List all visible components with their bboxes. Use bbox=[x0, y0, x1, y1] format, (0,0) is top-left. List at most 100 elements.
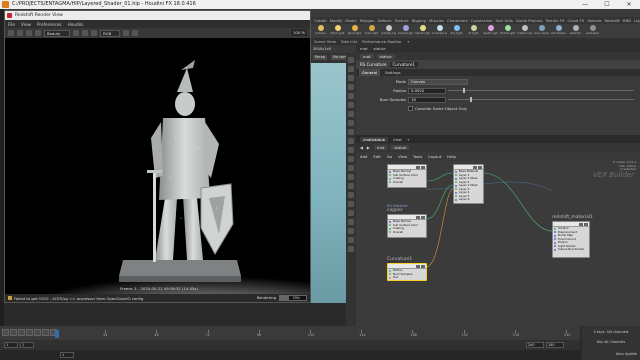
start-frame-field-2[interactable]: 1 bbox=[20, 342, 34, 348]
shelf-tool[interactable]: Environment Light bbox=[432, 25, 447, 37]
slider-knob[interactable] bbox=[470, 97, 473, 102]
shelf-tool[interactable]: Gamepad bbox=[585, 25, 600, 37]
node-input[interactable]: Out bbox=[388, 276, 426, 280]
network-tab[interactable]: /mat bbox=[393, 137, 402, 142]
viewport-tool-icon[interactable] bbox=[348, 129, 354, 135]
node-flag-icon[interactable] bbox=[416, 165, 420, 169]
shelf-tab[interactable]: Terrain FX bbox=[546, 18, 565, 23]
param-value-field[interactable]: 0.0922 bbox=[408, 87, 446, 94]
shelf-tab[interactable]: Polygon bbox=[360, 18, 375, 23]
node-flag-icon[interactable] bbox=[416, 215, 420, 219]
jump-start-icon[interactable] bbox=[2, 329, 9, 336]
viewport-tool-icon[interactable] bbox=[348, 75, 354, 81]
viewport-tool-icon[interactable] bbox=[348, 246, 354, 252]
param-path-segment[interactable]: mat bbox=[360, 53, 374, 59]
back-icon[interactable]: ◀ bbox=[360, 145, 363, 150]
shelf-tool[interactable]: Ambient Light bbox=[517, 25, 532, 37]
node-flag-icon[interactable] bbox=[416, 264, 420, 268]
param-tab[interactable]: statue bbox=[374, 46, 386, 51]
viewport-tool-icon[interactable] bbox=[348, 93, 354, 99]
channel-dropdown[interactable]: RGB bbox=[100, 29, 120, 37]
shelf-tab[interactable]: Lights a bbox=[634, 18, 640, 23]
node-flag-icon[interactable] bbox=[421, 165, 425, 169]
shelf-tool[interactable]: Point Light bbox=[330, 25, 345, 37]
network-tab[interactable]: + bbox=[407, 137, 410, 142]
shelf-tool[interactable]: Volume Light bbox=[398, 25, 413, 37]
shelf-tab[interactable]: Constraints bbox=[471, 18, 493, 23]
play-back-icon[interactable] bbox=[18, 329, 25, 336]
render-icon[interactable] bbox=[8, 30, 14, 36]
shelf-tab[interactable]: RBD bbox=[623, 18, 631, 23]
step-forward-icon[interactable] bbox=[42, 329, 49, 336]
node-input[interactable]: Overall bbox=[388, 181, 426, 185]
render-menu-item[interactable]: Preferences bbox=[37, 22, 62, 27]
exposure-icon[interactable] bbox=[123, 30, 129, 36]
node-name-field[interactable]: Curvature1 bbox=[389, 62, 418, 67]
shelf-tool[interactable]: Stereo Camera bbox=[534, 25, 549, 37]
ipr-icon[interactable] bbox=[35, 30, 41, 36]
shelf-tool[interactable]: Geometry Light bbox=[381, 25, 396, 37]
viewport-tool-icon[interactable] bbox=[348, 120, 354, 126]
network-menu-item[interactable]: Add bbox=[360, 154, 367, 159]
node-redshift-material[interactable]: Surface Displacement Bump Map Environment Ph… bbox=[552, 221, 590, 258]
shelf-tool[interactable]: Spot Light bbox=[347, 25, 362, 37]
stop-icon[interactable] bbox=[26, 329, 33, 336]
viewport-tool-icon[interactable] bbox=[348, 165, 354, 171]
timeline-cursor[interactable] bbox=[55, 330, 59, 338]
timeline-ruler[interactable]: 124487296120144168192216240 bbox=[54, 330, 576, 338]
param-path-segment[interactable]: statue bbox=[376, 53, 395, 59]
shelf-tool[interactable]: Area Light bbox=[364, 25, 379, 37]
snapshot-icon[interactable] bbox=[26, 30, 32, 36]
stop-icon[interactable] bbox=[17, 30, 23, 36]
viewport-tool-icon[interactable] bbox=[348, 210, 354, 216]
consider-same-object-checkbox[interactable] bbox=[408, 106, 413, 111]
render-menu-item[interactable]: File bbox=[8, 22, 15, 27]
viewport-tool-icon[interactable] bbox=[348, 66, 354, 72]
viewport-tool-icon[interactable] bbox=[348, 201, 354, 207]
shelf-tab[interactable]: Texture bbox=[395, 18, 409, 23]
param-tab[interactable]: mat bbox=[360, 46, 368, 51]
shelf-tool[interactable]: Portal Light bbox=[500, 25, 515, 37]
network-menu-item[interactable]: Edit bbox=[373, 154, 380, 159]
node-flag-icon[interactable] bbox=[421, 215, 425, 219]
node-input[interactable]: Subsurface Shader bbox=[553, 248, 589, 252]
network-menu-item[interactable]: Go bbox=[387, 154, 392, 159]
end-frame-field[interactable]: 240 bbox=[526, 342, 544, 348]
node-flag-icon[interactable] bbox=[579, 222, 583, 226]
persp-button[interactable]: Persp bbox=[313, 55, 327, 60]
maximize-icon[interactable]: ☐ bbox=[596, 0, 618, 9]
node-flag-icon[interactable] bbox=[478, 165, 482, 169]
shelf-tool[interactable]: Sky Light bbox=[449, 25, 464, 37]
shelf-tool[interactable]: Switcher bbox=[568, 25, 583, 37]
end-frame-field-2[interactable]: 240 bbox=[546, 342, 564, 348]
viewport-tool-icon[interactable] bbox=[348, 111, 354, 117]
shelf-tab[interactable]: Hair Utils bbox=[496, 18, 513, 23]
shelf-tool[interactable]: Distant Light bbox=[415, 25, 430, 37]
pane-tab[interactable]: Take List bbox=[341, 39, 357, 44]
shelf-tool[interactable]: VR Camera bbox=[551, 25, 566, 37]
render-canvas[interactable]: Frame: 1 - 2020-05-21 09:36:31 (14.05s) bbox=[5, 38, 310, 294]
render-menu-item[interactable]: View bbox=[21, 22, 31, 27]
shelf-tab[interactable]: Modify bbox=[330, 18, 343, 23]
forward-icon[interactable]: ▶ bbox=[367, 145, 370, 150]
shelf-tab[interactable]: Muscles bbox=[429, 18, 444, 23]
auto-update-button[interactable]: Auto Update bbox=[582, 352, 640, 356]
node-curvature[interactable]: Radius Num Samples Out bbox=[387, 263, 427, 281]
network-menu-item[interactable]: View bbox=[398, 154, 407, 159]
minimize-icon[interactable]: — bbox=[574, 0, 596, 9]
shelf-tab[interactable]: Guide Process bbox=[516, 18, 543, 23]
pane-tab[interactable]: + bbox=[407, 39, 410, 44]
shelf-tool[interactable]: Caustic Light bbox=[483, 25, 498, 37]
network-menu-item[interactable]: Layout bbox=[428, 154, 441, 159]
color-icon[interactable] bbox=[82, 30, 88, 36]
viewport-tool-icon[interactable] bbox=[348, 138, 354, 144]
node-flag-icon[interactable] bbox=[473, 165, 477, 169]
viewport-tool-icon[interactable] bbox=[348, 57, 354, 63]
node-flag-icon[interactable] bbox=[421, 264, 425, 268]
viewport-tool-icon[interactable] bbox=[348, 84, 354, 90]
viewport-tool-icon[interactable] bbox=[348, 192, 354, 198]
node-flag-icon[interactable] bbox=[584, 222, 588, 226]
param-slider[interactable] bbox=[448, 90, 634, 91]
param-subtab[interactable]: General bbox=[359, 69, 380, 76]
viewport-tool-icon[interactable] bbox=[348, 102, 354, 108]
